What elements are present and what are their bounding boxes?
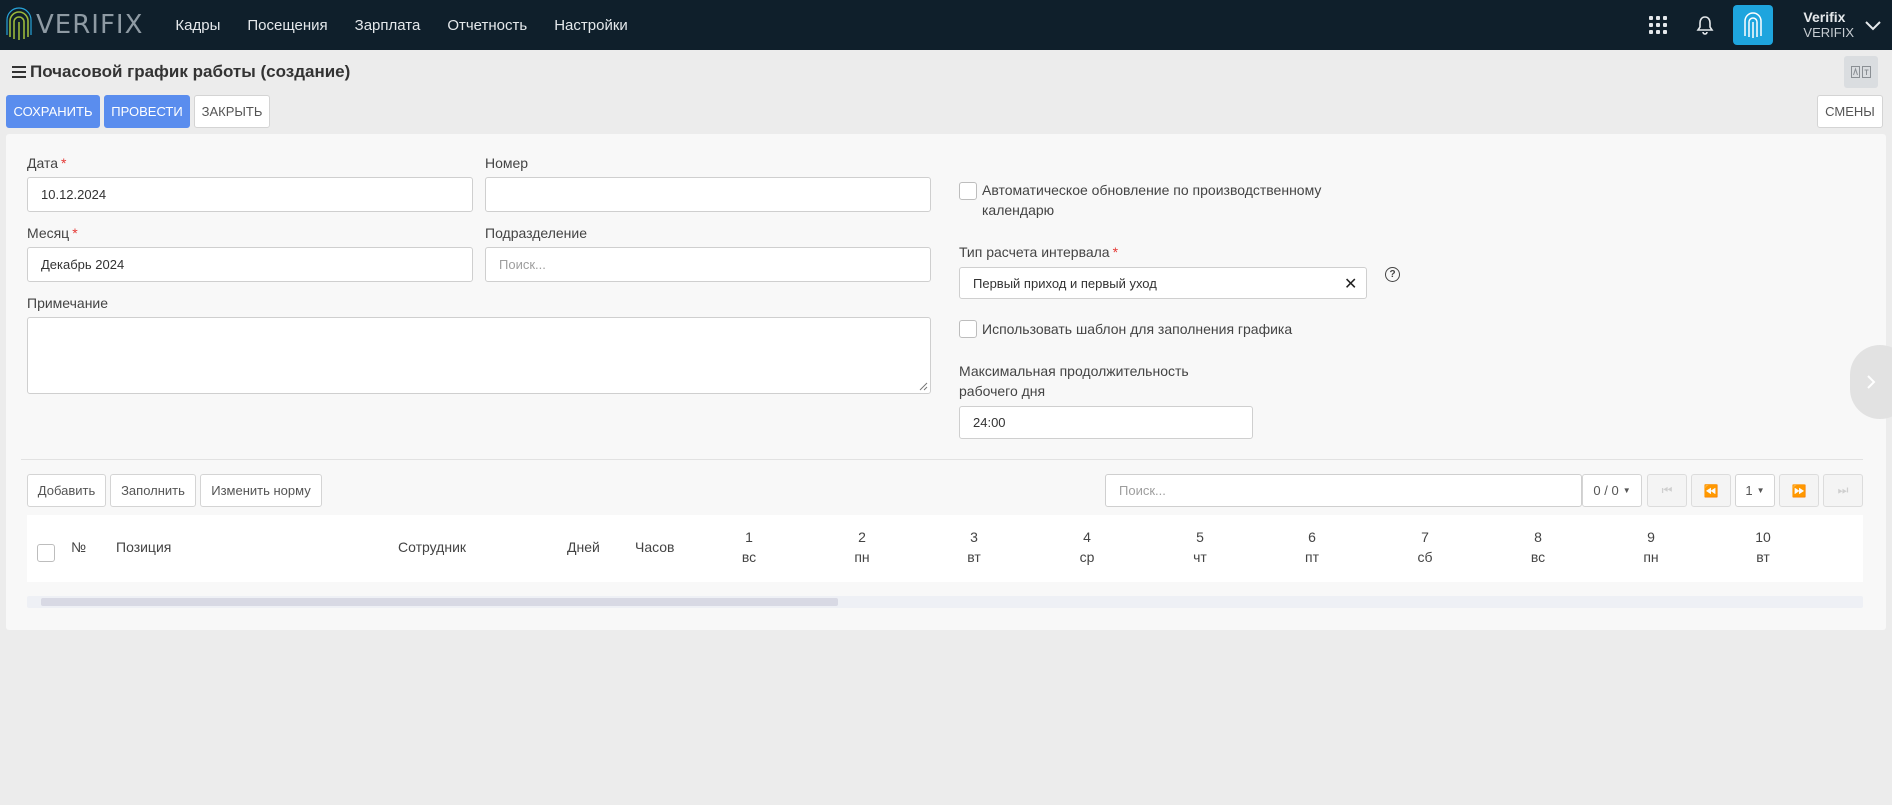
close-button[interactable]: Закрыть [194,95,270,128]
logo-text: VERIFIX [36,10,144,40]
resize-grip-icon[interactable] [919,382,928,391]
column-days[interactable]: Дней [567,539,600,555]
division-label: Подразделение [485,225,588,241]
menu-icon[interactable] [12,66,26,78]
top-navbar: VERIFIX Кадры Посещения Зарплата Отчетно… [0,0,1892,50]
fingerprint-logo-icon [6,7,32,40]
apps-grid-icon[interactable] [1649,16,1668,34]
date-label: Дата * [27,155,67,171]
column-number[interactable]: № [71,539,86,555]
column-day-9[interactable]: 9 пн [1631,527,1671,567]
first-page-icon[interactable]: ⏮ [1647,474,1687,507]
number-label: Номер [485,155,529,171]
page-header: Почасовой график работы (создание) [12,62,350,82]
column-employee[interactable]: Сотрудник [398,539,466,555]
month-label: Месяц * [27,225,78,241]
column-day-4[interactable]: 4 ср [1067,527,1107,567]
number-field[interactable] [485,177,931,212]
change-norm-button[interactable]: Изменить норму [200,474,322,507]
column-day-7[interactable]: 7 сб [1405,527,1445,567]
use-template-checkbox[interactable] [959,320,977,338]
auto-update-checkbox[interactable] [959,182,977,200]
page-title: Почасовой график работы (создание) [30,62,351,81]
avatar[interactable] [1733,5,1774,45]
use-template-label: Использовать шаблон для заполнения графи… [982,321,1293,337]
user-info[interactable]: Verifix VERIFIX [1803,9,1854,41]
max-duration-field[interactable]: 24:00 [959,406,1253,439]
counter-value: 0 / 0 [1593,483,1619,498]
table-header: № Позиция Сотрудник Дней Часов 1 вс 2 пн 3… [27,515,1863,582]
column-day-8[interactable]: 8 вс [1518,527,1558,567]
auto-update-label: Автоматическое обновление по производств… [982,182,1322,218]
max-duration-label: Максимальная продолжительность рабочего … [959,363,1189,399]
grid-search-input[interactable]: Поиск... [1105,474,1582,507]
app-logo[interactable]: VERIFIX [6,0,143,50]
side-panel-toggle[interactable] [1850,345,1892,419]
clear-icon[interactable]: ✕ [1344,274,1357,294]
next-page-icon[interactable]: ⏩ [1779,474,1819,507]
add-row-button[interactable]: Добавить [27,474,106,507]
caret-down-icon: ▼ [1756,486,1765,495]
shifts-button[interactable]: Смены [1817,95,1883,128]
month-field[interactable]: Декабрь 2024 [27,247,473,282]
select-all-checkbox[interactable] [37,544,55,562]
post-button[interactable]: Провести [104,95,190,128]
main-nav: Кадры Посещения Зарплата Отчетность Наст… [175,17,654,34]
section-divider [21,459,1863,460]
counter-dropdown[interactable]: 0 / 0 ▼ [1582,474,1642,507]
fingerprint-avatar-icon [1744,12,1763,38]
interval-type-label: Тип расчета интервала * [959,244,1119,260]
column-day-10[interactable]: 10 вт [1743,527,1783,567]
save-button[interactable]: Сохранить [6,95,100,128]
column-day-3[interactable]: 3 вт [954,527,994,567]
user-company: VERIFIX [1803,25,1854,40]
caret-down-icon: ▼ [1622,486,1631,495]
nav-item-salary[interactable]: Зарплата [355,17,421,34]
division-search-input[interactable]: Поиск... [485,247,931,282]
column-day-6[interactable]: 6 пт [1292,527,1332,567]
nav-item-attendance[interactable]: Посещения [247,17,327,34]
date-field[interactable]: 10.12.2024 [27,177,473,212]
nav-item-hr[interactable]: Кадры [175,17,220,34]
note-label: Примечание [27,295,109,311]
page-select[interactable]: 1 ▼ [1735,474,1775,507]
help-icon[interactable]: ? [1385,267,1400,282]
horizontal-scrollbar[interactable] [27,596,1863,608]
chevron-down-icon[interactable] [1862,14,1884,36]
column-day-2[interactable]: 2 пн [842,527,882,567]
bell-icon[interactable] [1695,15,1715,35]
prev-page-icon[interactable]: ⏪ [1691,474,1731,507]
last-page-icon[interactable]: ⏭ [1823,474,1863,507]
note-textarea[interactable] [27,317,931,394]
translate-button[interactable] [1844,56,1878,88]
page-number: 1 [1745,483,1753,498]
column-day-5[interactable]: 5 чт [1180,527,1220,567]
nav-item-reports[interactable]: Отчетность [447,17,527,34]
column-day-1[interactable]: 1 вс [729,527,769,567]
user-name: Verifix [1803,9,1846,25]
fill-button[interactable]: Заполнить [110,474,196,507]
translate-icon [1851,66,1871,78]
scrollbar-thumb[interactable] [41,598,838,606]
column-position[interactable]: Позиция [116,539,171,555]
chevron-right-icon [1867,375,1876,389]
column-hours[interactable]: Часов [635,539,675,555]
nav-item-settings[interactable]: Настройки [554,17,628,34]
interval-type-select[interactable]: Первый приход и первый уход [959,267,1367,299]
